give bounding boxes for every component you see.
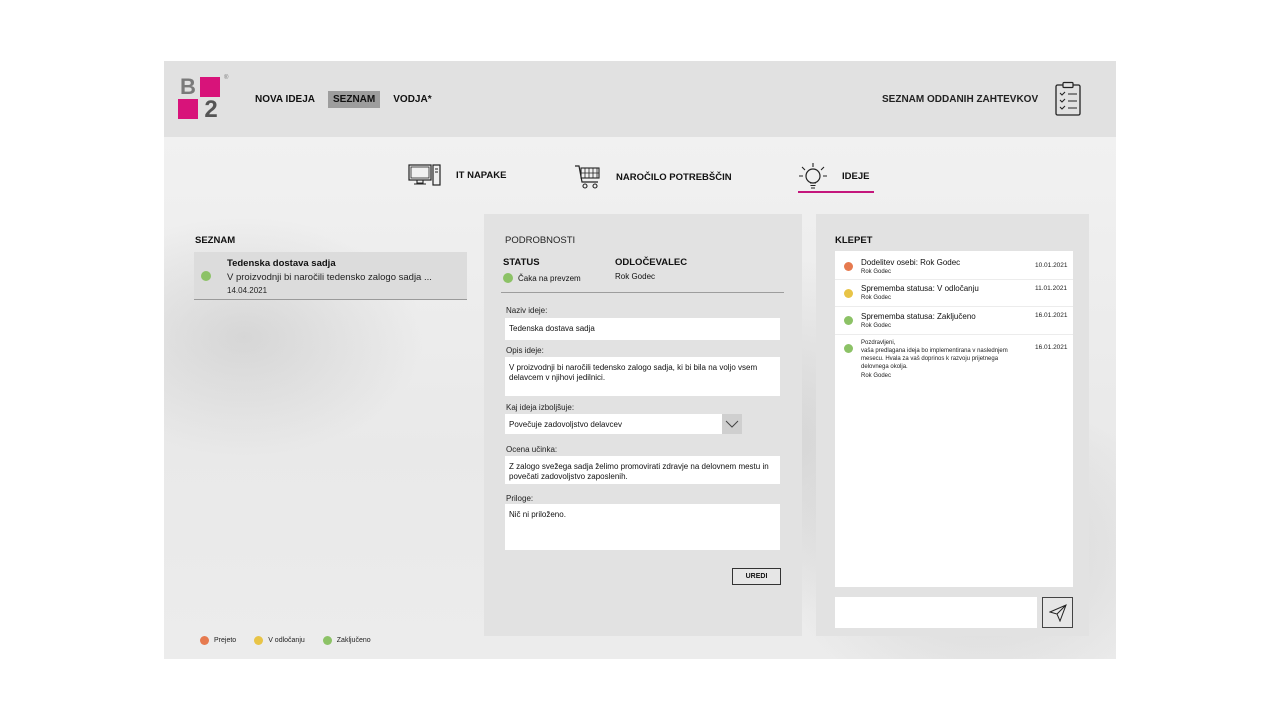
chat-input[interactable]: [835, 597, 1037, 628]
chevron-down-icon: [725, 420, 739, 428]
message-author: Rok Godec: [861, 323, 892, 329]
chat-title: KLEPET: [835, 235, 873, 246]
active-tab-underline: [798, 191, 874, 193]
list-item-desc: V proizvodnji bi naročili tedensko zalog…: [227, 272, 432, 283]
b2-logo[interactable]: B 2 ®: [178, 74, 228, 123]
status-value: Čaka na prevzem: [503, 273, 581, 283]
details-panel: PODROBNOSTI STATUS Čaka na prevzem ODLOČ…: [484, 214, 802, 636]
list-title: SEZNAM: [195, 235, 236, 246]
logo-digit-2: 2: [204, 96, 218, 123]
legend-item: Prejeto: [200, 636, 236, 645]
status-dot: [503, 273, 513, 283]
improves-label: Kaj ideja izboljšuje:: [506, 403, 575, 412]
computer-icon: [408, 164, 441, 186]
effect-field[interactable]: Z zalogo svežega sadja želimo promovirat…: [505, 456, 780, 484]
desc-field[interactable]: V proizvodnji bi naročili tedensko zalog…: [505, 357, 780, 396]
decider-heading: ODLOČEVALEC: [615, 257, 688, 268]
chat-message: Pozdravljeni, vaša predlagana ideja bo i…: [835, 335, 1073, 387]
clipboard-checklist-icon[interactable]: [1054, 81, 1082, 117]
edit-button[interactable]: UREDI: [732, 568, 781, 585]
chat-message: Dodelitev osebi: Rok Godec Rok Godec 10.…: [835, 251, 1073, 280]
nav-nova-ideja[interactable]: NOVA IDEJA: [250, 91, 320, 108]
legend-label: Zaključeno: [336, 637, 371, 644]
improves-selected: Povečuje zadovoljstvo delavcev: [509, 420, 622, 429]
details-title: PODROBNOSTI: [505, 235, 576, 246]
registered-mark: ®: [224, 75, 229, 81]
message-author: Rok Godec: [861, 269, 892, 275]
sent-requests-link[interactable]: SEZNAM ODDANIH ZAHTEVKOV: [882, 94, 1038, 105]
message-date: 16.01.2021: [1035, 312, 1068, 319]
chat-message: Sprememba statusa: V odločanju Rok Godec…: [835, 280, 1073, 307]
logo-square: [200, 77, 220, 97]
status-heading: STATUS: [503, 257, 540, 268]
message-author: Rok Godec: [861, 295, 892, 301]
lightbulb-icon: [799, 163, 827, 189]
nav-vodja[interactable]: VODJA*: [388, 91, 436, 108]
main-nav: NOVA IDEJA SEZNAM VODJA*: [250, 91, 445, 108]
tab-label: IDEJE: [842, 170, 870, 182]
attachments-field[interactable]: Nič ni priloženo.: [505, 504, 780, 550]
app-window: B 2 ® NOVA IDEJA SEZNAM VODJA* SEZNAM OD…: [164, 61, 1116, 659]
status-dot: [201, 271, 211, 281]
divider: [501, 292, 784, 293]
nav-seznam[interactable]: SEZNAM: [328, 91, 381, 108]
header-bar: B 2 ® NOVA IDEJA SEZNAM VODJA* SEZNAM OD…: [164, 61, 1116, 137]
message-body: vaša predlagana ideja bo implementirana …: [861, 348, 1008, 370]
name-field[interactable]: Tedenska dostava sadja: [505, 318, 780, 340]
message-text: Pozdravljeni,: [861, 340, 896, 346]
message-dot: [844, 289, 853, 298]
message-date: 16.01.2021: [1035, 344, 1068, 351]
message-dot: [844, 316, 853, 325]
legend-dot: [200, 636, 209, 645]
status-text: Čaka na prevzem: [518, 273, 581, 283]
chat-messages: Dodelitev osebi: Rok Godec Rok Godec 10.…: [835, 251, 1073, 587]
tab-ideje[interactable]: IDEJE: [798, 161, 874, 193]
tab-narocilo-potrebscin[interactable]: NAROČILO POTREBŠČIN: [574, 163, 732, 191]
tab-it-napake[interactable]: IT NAPAKE: [408, 163, 507, 187]
message-text: Sprememba statusa: V odločanju: [861, 284, 979, 293]
chat-panel: KLEPET Dodelitev osebi: Rok Godec Rok Go…: [816, 214, 1089, 636]
tab-label: IT NAPAKE: [456, 169, 507, 181]
message-text: Dodelitev osebi: Rok Godec: [861, 258, 961, 267]
message-dot: [844, 344, 853, 353]
chat-message: Sprememba statusa: Zaključeno Rok Godec …: [835, 307, 1073, 335]
status-legend: Prejeto V odločanju Zaključeno: [200, 636, 389, 645]
tab-label: NAROČILO POTREBŠČIN: [616, 171, 732, 183]
legend-dot: [322, 636, 332, 645]
logo-square: [178, 99, 198, 119]
message-dot: [844, 262, 853, 271]
effect-label: Ocena učinka:: [506, 445, 558, 454]
message-author: Rok Godec: [861, 373, 892, 379]
decider-value: Rok Godec: [615, 272, 656, 281]
logo-letter-b: B: [180, 74, 196, 99]
list-item[interactable]: Tedenska dostava sadja V proizvodnji bi …: [194, 252, 467, 300]
legend-item: V odločanju: [254, 636, 305, 645]
desc-label: Opis ideje:: [506, 346, 544, 355]
name-label: Naziv ideje:: [506, 306, 548, 315]
legend-dot: [254, 636, 264, 645]
list-item-date: 14.04.2021: [227, 286, 268, 295]
list-item-title: Tedenska dostava sadja: [227, 258, 336, 269]
attachments-label: Priloge:: [506, 494, 534, 503]
legend-label: Prejeto: [214, 637, 237, 644]
message-date: 11.01.2021: [1035, 285, 1068, 292]
legend-label: V odločanju: [268, 637, 305, 644]
paper-plane-icon: [1048, 603, 1067, 622]
send-button[interactable]: [1042, 597, 1073, 628]
message-date: 10.01.2021: [1035, 262, 1068, 269]
dropdown-button[interactable]: [722, 414, 742, 434]
shopping-cart-icon: [575, 165, 600, 189]
legend-item: Zaključeno: [322, 636, 371, 645]
improves-select[interactable]: Povečuje zadovoljstvo delavcev: [505, 414, 742, 434]
message-text: Sprememba statusa: Zaključeno: [861, 312, 976, 321]
